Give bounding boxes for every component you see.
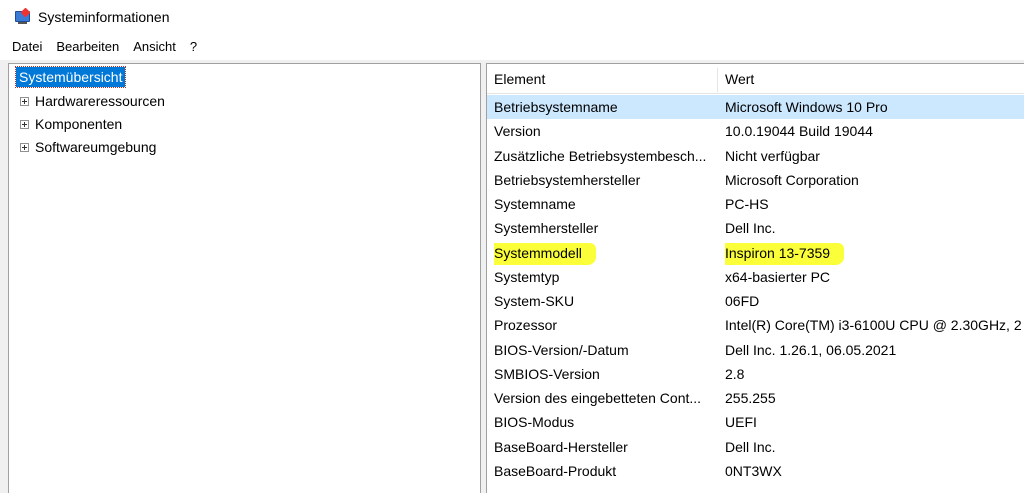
table-row[interactable]: Betriebsystemhersteller Microsoft Corpor…	[487, 168, 1024, 192]
row-value: x64-basierter PC	[725, 268, 831, 285]
row-value: Microsoft Corporation	[725, 171, 859, 188]
row-key: Version	[494, 123, 541, 140]
highlighter-mark: Systemmodell	[494, 242, 596, 265]
window-title: Systeminformationen	[38, 9, 170, 25]
row-value: Dell Inc.	[725, 220, 776, 237]
column-divider[interactable]	[717, 68, 718, 92]
table-row[interactable]: Zusätzliche Betriebsystembesch... Nicht …	[487, 144, 1024, 168]
menu-help[interactable]: ?	[183, 34, 204, 60]
expand-plus-icon[interactable]	[20, 96, 29, 106]
row-key: BaseBoard-Hersteller	[494, 438, 628, 455]
row-value: UEFI	[725, 414, 757, 431]
menu-bearbeiten[interactable]: Bearbeiten	[49, 34, 126, 60]
row-key: BaseBoard-Produkt	[494, 462, 617, 479]
menu-bar: Datei Bearbeiten Ansicht ?	[0, 34, 1024, 60]
row-key: System-SKU	[494, 293, 575, 309]
row-value: Microsoft Windows 10 Pro	[725, 99, 888, 115]
table-row[interactable]: BIOS-Modus UEFI	[487, 410, 1024, 434]
table-row[interactable]: Version 10.0.19044 Build 19044	[487, 119, 1024, 143]
table-row[interactable]: Prozessor Intel(R) Core(TM) i3-6100U CPU…	[487, 313, 1024, 337]
column-header-element[interactable]: Element	[494, 64, 545, 94]
expand-plus-icon[interactable]	[20, 142, 29, 152]
tree-item-systemuebersicht[interactable]: Systemübersicht	[14, 66, 127, 88]
tree-item-label: Softwareumgebung	[35, 139, 157, 155]
row-value: Inspiron 13-7359	[725, 241, 1024, 265]
row-value: Dell Inc. 1.26.1, 06.05.2021	[725, 341, 897, 358]
row-key: Prozessor	[494, 317, 558, 334]
table-row-highlighted[interactable]: Systemmodell Inspiron 13-7359	[487, 241, 1024, 265]
category-tree[interactable]: Systemübersicht Hardwareressourcen Kompo…	[8, 63, 481, 493]
tree-item-label: Komponenten	[35, 116, 123, 132]
expand-plus-icon[interactable]	[20, 119, 29, 129]
row-key: Betriebsystemhersteller	[494, 171, 641, 188]
list-rows: Betriebsystemname Microsoft Windows 10 P…	[487, 95, 1024, 483]
row-value: 06FD	[725, 293, 760, 309]
row-key: Systemname	[494, 196, 576, 212]
row-key: SMBIOS-Version	[494, 365, 600, 382]
tree-item-komponenten[interactable]: Komponenten	[20, 114, 122, 134]
row-key: BIOS-Version/-Datum	[494, 341, 629, 358]
row-value: 10.0.19044 Build 19044	[725, 123, 873, 140]
row-value: 2.8	[725, 365, 745, 382]
row-value: PC-HS	[725, 196, 769, 212]
details-list: Element Wert Betriebsystemname Microsoft…	[486, 63, 1024, 493]
tree-item-softwareumgebung[interactable]: Softwareumgebung	[20, 137, 156, 157]
column-header-wert[interactable]: Wert	[725, 64, 754, 94]
tree-item-hardwareressourcen[interactable]: Hardwareressourcen	[20, 91, 165, 111]
table-row[interactable]: BIOS-Version/-Datum Dell Inc. 1.26.1, 06…	[487, 338, 1024, 362]
list-header: Element Wert	[487, 64, 1024, 94]
table-row[interactable]: SMBIOS-Version 2.8	[487, 362, 1024, 386]
table-row[interactable]: BaseBoard-Produkt 0NT3WX	[487, 459, 1024, 483]
system-information-icon	[14, 7, 31, 25]
row-value: 255.255	[725, 390, 776, 406]
row-key: BIOS-Modus	[494, 414, 575, 431]
row-value: Nicht verfügbar	[725, 147, 820, 164]
row-key: Zusätzliche Betriebsystembesch...	[494, 147, 707, 164]
tree-item-label: Hardwareressourcen	[35, 93, 165, 109]
row-key: Betriebsystemname	[494, 99, 618, 115]
table-row[interactable]: Betriebsystemname Microsoft Windows 10 P…	[487, 95, 1024, 120]
menu-ansicht[interactable]: Ansicht	[126, 34, 183, 60]
row-value: Intel(R) Core(TM) i3-6100U CPU @ 2.30GHz…	[725, 317, 1022, 334]
row-key: Systemtyp	[494, 268, 560, 285]
row-key: Version des eingebetteten Cont...	[494, 390, 702, 406]
row-value: Dell Inc.	[725, 438, 776, 455]
row-value: 0NT3WX	[725, 462, 782, 479]
table-row[interactable]: Systemname PC-HS	[487, 192, 1024, 216]
highlighter-mark: Inspiron 13-7359	[725, 242, 845, 265]
title-bar: Systeminformationen	[0, 0, 1024, 34]
table-row[interactable]: Version des eingebetteten Cont... 255.25…	[487, 386, 1024, 410]
menu-datei[interactable]: Datei	[5, 34, 49, 60]
table-row[interactable]: Systemtyp x64-basierter PC	[487, 265, 1024, 289]
table-row[interactable]: System-SKU 06FD	[487, 289, 1024, 313]
table-row[interactable]: Systemhersteller Dell Inc.	[487, 216, 1024, 240]
row-key: Systemhersteller	[494, 220, 599, 237]
table-row[interactable]: BaseBoard-Hersteller Dell Inc.	[487, 435, 1024, 459]
row-key: Systemmodell	[494, 241, 714, 265]
